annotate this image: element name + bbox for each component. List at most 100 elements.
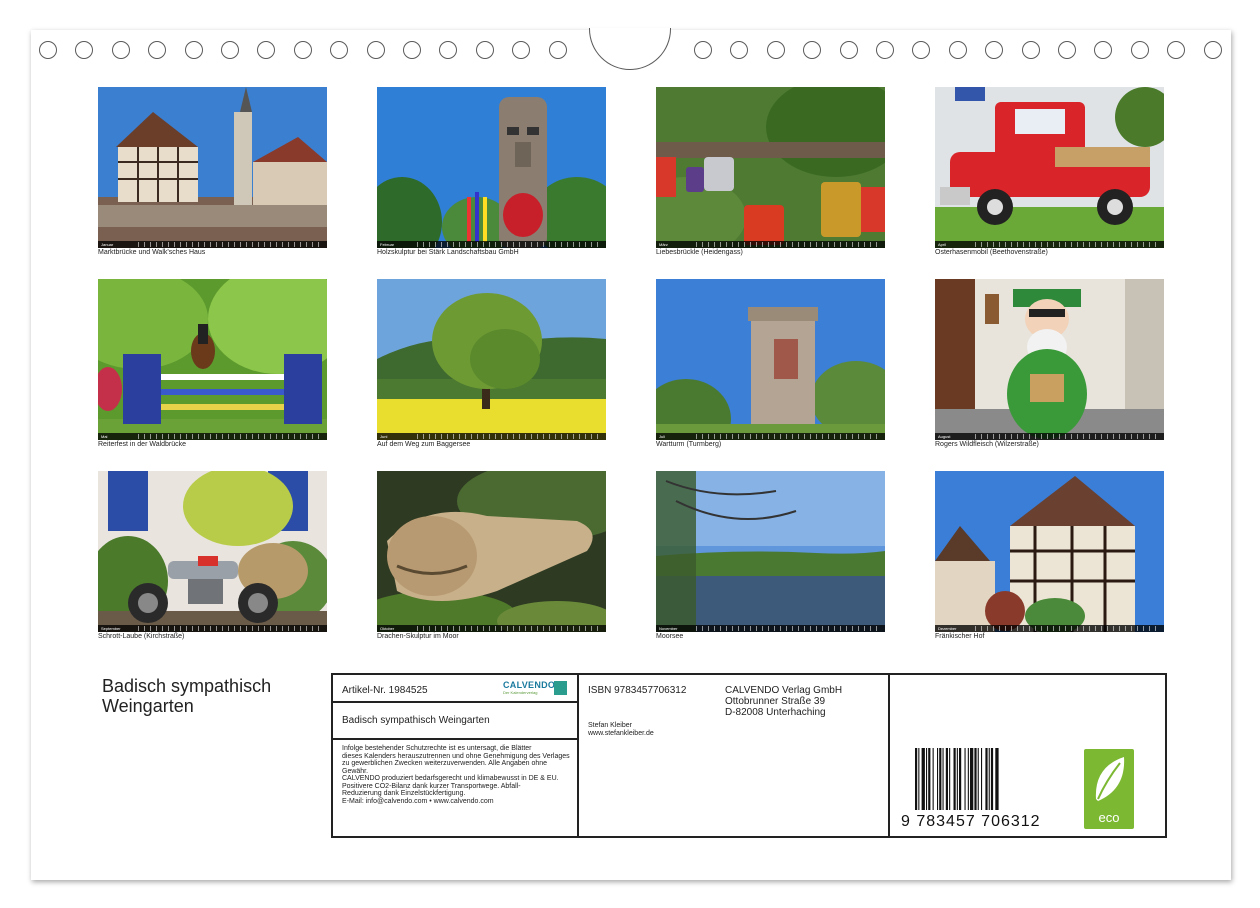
isbn: ISBN 9783457706312	[588, 685, 687, 696]
barcode-bar	[974, 748, 977, 810]
barcode-bar	[942, 748, 944, 810]
barcode-bar	[964, 748, 966, 810]
barcode-bar	[981, 748, 983, 810]
barcode-bar	[918, 748, 920, 810]
calendar-strip: November	[656, 625, 885, 632]
barcode-bar	[926, 748, 928, 810]
photo-thumbnail-march: März Liebesbrückle (Heidengass)	[656, 87, 885, 256]
photo-thumbnail-august: August Rogers Wildfleisch (Wilzerstraße)	[935, 279, 1164, 448]
binding-hole	[257, 41, 276, 59]
binding-hole	[475, 41, 494, 59]
legal-line: E-Mail: info@calvendo.com • www.calvendo…	[342, 797, 494, 805]
barcode-bar	[959, 748, 962, 810]
photo-caption: Reiterfest in der Waldbrücke	[98, 441, 187, 448]
photo-thumbnail-may: Mai Reiterfest in der Waldbrücke	[98, 279, 327, 448]
photo-image: März	[656, 87, 885, 248]
calendar-title-line2: Weingarten	[102, 696, 194, 716]
calendar-strip: Januar	[98, 241, 327, 248]
binding-hole	[985, 41, 1004, 59]
binding-hole	[803, 41, 822, 59]
binding-hole	[548, 41, 567, 59]
calendar-strip: Februar	[377, 241, 606, 248]
calendar-title-line1: Badisch sympathisch	[102, 676, 272, 696]
barcode-number: 9 783457 706312	[901, 813, 1041, 830]
photo-image: August	[935, 279, 1164, 440]
barcode-bar	[937, 748, 939, 810]
calendar-strip: Juli	[656, 433, 885, 440]
photo-thumbnail-july: Juli Wartturm (Turmberg)	[656, 279, 885, 448]
calendar-strip: September	[98, 625, 327, 632]
barcode-bar	[977, 748, 979, 810]
binding-hole	[148, 41, 167, 59]
binding-hole	[730, 41, 749, 59]
barcode-bar	[985, 748, 988, 810]
photo-caption: Moorsee	[656, 633, 684, 640]
binding-hole	[39, 41, 57, 59]
photo-thumbnail-january: Januar Marktbrücke und Walk'sches Haus	[98, 87, 327, 256]
isbn-barcode	[915, 748, 999, 810]
photo-thumbnail-february: Februar Holzskulptur bei Stärk Landschaf…	[377, 87, 606, 256]
photo-image: Juni	[377, 279, 606, 440]
barcode-bar	[945, 748, 948, 810]
author-info: Stefan Kleiber www.stefankleiber.de	[588, 722, 654, 737]
photo-caption: Wartturm (Turmberg)	[656, 441, 722, 448]
photo-image: Februar	[377, 87, 606, 248]
author-url: www.stefankleiber.de	[588, 729, 654, 737]
binding-hole	[1021, 41, 1040, 59]
binding-hole	[221, 41, 239, 59]
binding-hole	[766, 41, 785, 59]
photo-thumbnail-october: Oktober Drachen-Skulptur im Moor	[377, 471, 606, 640]
legal-line: dieses Kalenders herauszutrennen und ohn…	[342, 752, 570, 760]
photo-image: April	[935, 87, 1164, 248]
calendar-strip: Dezember	[935, 625, 1164, 632]
barcode-bar	[990, 748, 994, 810]
binding-hole	[439, 41, 458, 59]
legal-notice: Infolge bestehender Schutzrechte ist es …	[342, 745, 574, 805]
divider	[577, 675, 579, 836]
leaf-icon	[1095, 757, 1125, 801]
binding-hole	[403, 41, 421, 59]
photo-caption: Osterhasenmobil (Beethovenstraße)	[935, 249, 1048, 256]
barcode-bar	[953, 748, 956, 810]
binding-hole	[1167, 41, 1186, 59]
legal-line: Reduzierung dank Einzelstückfertigung.	[342, 790, 466, 797]
barcode-bar	[967, 748, 969, 810]
barcode-area: 9 783457 706312 eco	[888, 675, 1165, 836]
eco-label: eco	[1098, 810, 1120, 825]
calendar-title: Badisch sympathisch Weingarten	[102, 676, 271, 716]
photo-caption: Marktbrücke und Walk'sches Haus	[98, 249, 206, 256]
calvendo-mark-icon	[554, 681, 567, 695]
legal-line: Positivere CO2-Bilanz dank kurzer Transp…	[342, 782, 521, 790]
legal-line: Infolge bestehender Schutzrechte ist es …	[342, 745, 532, 752]
legal-line: CALVENDO produziert bedarfsgerecht und k…	[342, 775, 559, 782]
photo-thumbnail-april: April Osterhasenmobil (Beethovenstraße)	[935, 87, 1164, 256]
binding-hole	[75, 41, 94, 59]
calendar-strip: Juni	[377, 433, 606, 440]
photo-image: September	[98, 471, 327, 632]
barcode-bar	[939, 748, 942, 810]
photo-image: November	[656, 471, 885, 632]
barcode-bar	[956, 748, 958, 810]
product-title: Badisch sympathisch Weingarten	[342, 715, 490, 726]
product-info-box: Artikel-Nr. 1984525 CALVENDO Der Kalende…	[331, 673, 1167, 838]
binding-hole	[694, 41, 712, 59]
binding-hole	[876, 41, 894, 59]
photo-thumbnail-september: September Schrott-Laube (Kirchstraße)	[98, 471, 327, 640]
photo-caption: Fränkischer Hof	[935, 633, 985, 640]
barcode-bar	[949, 748, 951, 810]
calendar-strip: August	[935, 433, 1164, 440]
photo-caption: Auf dem Weg zum Baggersee	[377, 441, 471, 448]
binding-hole	[293, 41, 312, 59]
binding-hole	[330, 41, 349, 59]
photo-caption: Holzskulptur bei Stärk Landschaftsbau Gm…	[377, 249, 519, 256]
photo-thumbnail-june: Juni Auf dem Weg zum Baggersee	[377, 279, 606, 448]
binding-hole	[912, 41, 931, 59]
binding-hole	[1130, 41, 1149, 59]
barcode-bar	[915, 748, 918, 810]
calendar-back-page: Januar Marktbrücke und Walk'sches Haus F…	[31, 28, 1231, 880]
calvendo-logo: CALVENDO Der Kalenderverlag	[503, 680, 567, 696]
photo-image: Mai	[98, 279, 327, 440]
binding-hole	[1094, 41, 1113, 59]
author-name: Stefan Kleiber	[588, 722, 632, 729]
barcode-bar	[988, 748, 990, 810]
